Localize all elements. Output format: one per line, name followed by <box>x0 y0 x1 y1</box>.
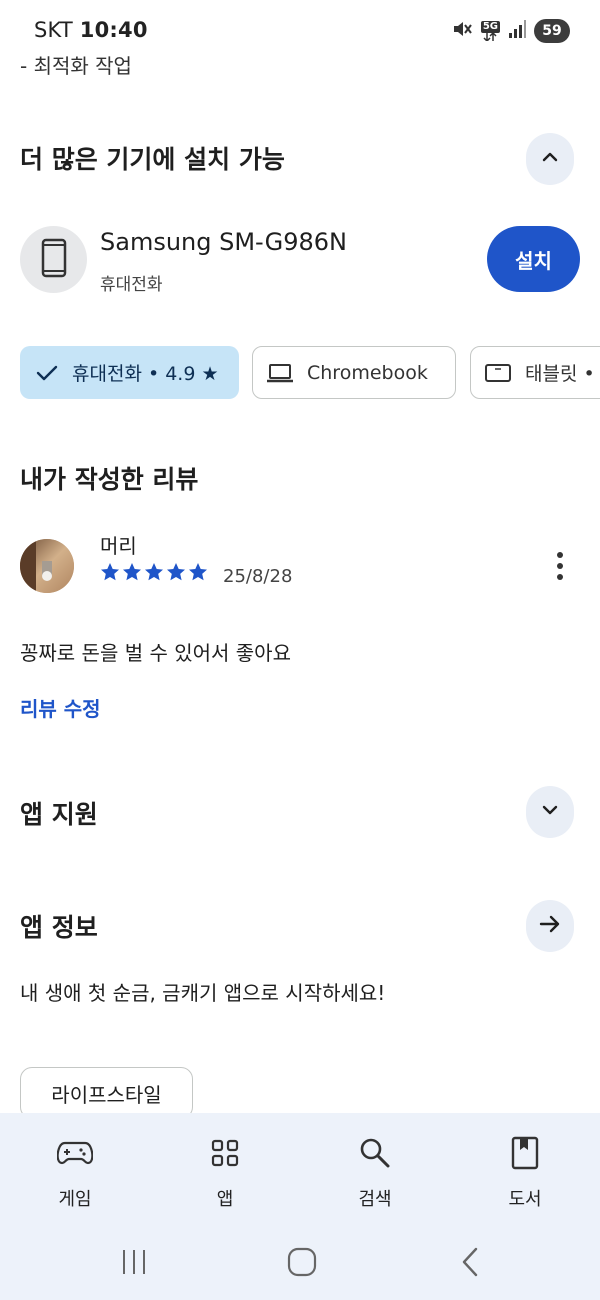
nav-item-search[interactable]: 검색 <box>320 1135 430 1225</box>
edit-review-link[interactable]: 리뷰 수정 <box>20 693 101 722</box>
star-icon <box>100 562 120 586</box>
carrier-label: SKT <box>34 18 73 42</box>
avatar <box>20 539 74 593</box>
device-row: Samsung SM-G986N 휴대전화 설치 <box>20 226 580 295</box>
battery-indicator: 59 <box>534 19 570 43</box>
device-type: 휴대전화 <box>100 275 163 295</box>
whats-new-text: - 최적화 작업 <box>20 54 132 78</box>
back-icon[interactable] <box>440 1244 500 1280</box>
app-info-title: 앱 정보 <box>20 913 98 942</box>
category-chip[interactable]: 라이프스타일 <box>20 1067 193 1119</box>
device-name: Samsung SM-G986N <box>100 228 347 256</box>
recent-apps-icon[interactable] <box>104 1244 164 1280</box>
star-rating <box>100 562 208 586</box>
reviewer-name: 머리 <box>100 534 137 558</box>
network-5g-icon: 5G <box>480 21 500 41</box>
review-text: 꽁짜로 돈을 벌 수 있어서 좋아요 <box>20 641 291 665</box>
more-options-icon[interactable] <box>545 548 575 584</box>
home-icon[interactable] <box>272 1244 332 1280</box>
chip-tablet-label: 태블릿 • 4 <box>525 363 600 385</box>
mute-icon <box>451 18 473 44</box>
nav-label-search: 검색 <box>358 1189 392 1210</box>
my-review-title: 내가 작성한 리뷰 <box>20 465 199 494</box>
chip-chromebook-label: Chromebook <box>307 361 428 384</box>
install-button[interactable]: 설치 <box>487 226 580 292</box>
nav-item-apps[interactable]: 앱 <box>170 1135 280 1225</box>
device-type-chips: 휴대전화 • 4.9 ★ Chromebook 태블릿 • 4 <box>20 346 600 400</box>
status-bar: SKT 10:40 5G 59 <box>0 0 600 52</box>
star-icon <box>166 562 186 586</box>
chevron-down-icon <box>539 799 561 825</box>
nav-label-games: 게임 <box>58 1189 92 1210</box>
review-date: 25/8/28 <box>223 566 293 587</box>
app-description: 내 생애 첫 순금, 금캐기 앱으로 시작하세요! <box>20 981 386 1005</box>
system-navigation-bar <box>0 1226 600 1300</box>
device-avatar <box>20 226 87 293</box>
network-label: 5G <box>480 21 500 33</box>
chip-phone[interactable]: 휴대전화 • 4.9 ★ <box>20 346 239 399</box>
search-icon <box>359 1135 391 1171</box>
apps-grid-icon <box>211 1135 239 1171</box>
arrow-right-icon <box>538 913 562 939</box>
app-info-button[interactable] <box>526 900 574 952</box>
chip-tablet[interactable]: 태블릿 • 4 <box>470 346 600 399</box>
check-icon <box>36 364 58 382</box>
clock: 10:40 <box>79 18 148 42</box>
signal-icon <box>508 19 526 43</box>
collapse-devices-button[interactable] <box>526 133 574 185</box>
star-icon <box>144 562 164 586</box>
phone-icon <box>40 238 68 282</box>
nav-label-books: 도서 <box>508 1189 542 1210</box>
devices-section-title: 더 많은 기기에 설치 가능 <box>20 145 285 174</box>
nav-item-games[interactable]: 게임 <box>20 1135 130 1225</box>
laptop-icon <box>267 363 293 383</box>
status-icons: 5G 59 <box>451 18 570 44</box>
tablet-icon <box>485 363 511 383</box>
app-support-title: 앱 지원 <box>20 800 98 829</box>
book-icon <box>511 1135 539 1171</box>
nav-label-apps: 앱 <box>216 1189 234 1210</box>
carrier-time: SKT 10:40 <box>34 18 148 42</box>
expand-app-support-button[interactable] <box>526 786 574 838</box>
chip-chromebook[interactable]: Chromebook <box>252 346 456 399</box>
nav-item-books[interactable]: 도서 <box>470 1135 580 1225</box>
gamepad-icon <box>57 1135 93 1171</box>
chevron-up-icon <box>539 146 561 172</box>
star-icon <box>188 562 208 586</box>
chip-phone-label: 휴대전화 • 4.9 ★ <box>72 363 219 385</box>
star-icon <box>122 562 142 586</box>
